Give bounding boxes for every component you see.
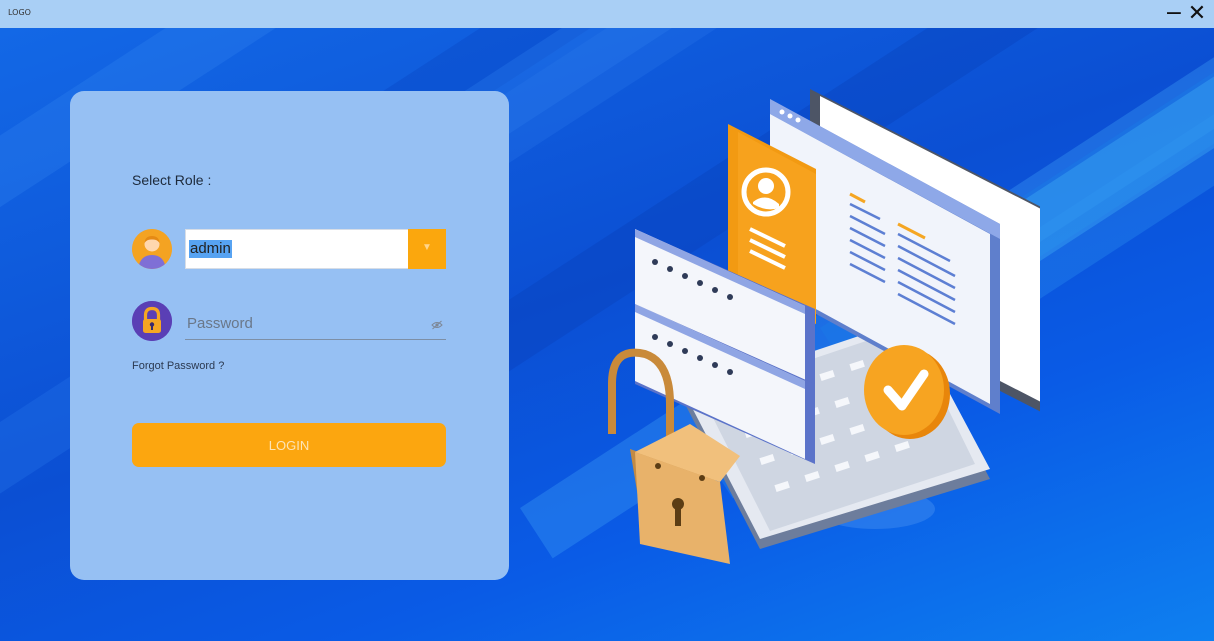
role-select-value: admin [189, 240, 232, 258]
eye-slash-icon[interactable] [431, 317, 443, 335]
minimize-button[interactable]: − [1163, 2, 1185, 26]
role-label: Select Role : [132, 172, 212, 188]
user-avatar-icon [132, 229, 172, 269]
close-button[interactable]: ✕ [1186, 2, 1208, 26]
app-window: LOGO − ✕ Select Role : admin ▼ Forgot Pa… [0, 0, 1214, 641]
title-bar: LOGO − ✕ [0, 0, 1214, 28]
lock-icon [132, 301, 172, 341]
app-logo: LOGO [8, 8, 31, 17]
role-select[interactable]: admin [185, 229, 446, 269]
login-button[interactable]: LOGIN [132, 423, 446, 467]
chevron-down-icon: ▼ [422, 242, 432, 253]
login-illustration [608, 89, 1040, 564]
forgot-password-link[interactable]: Forgot Password ? [132, 360, 224, 372]
password-input[interactable] [185, 308, 446, 340]
role-dropdown-button[interactable]: ▼ [408, 229, 446, 269]
login-card: Select Role : admin ▼ Forgot Password ? … [70, 91, 509, 580]
